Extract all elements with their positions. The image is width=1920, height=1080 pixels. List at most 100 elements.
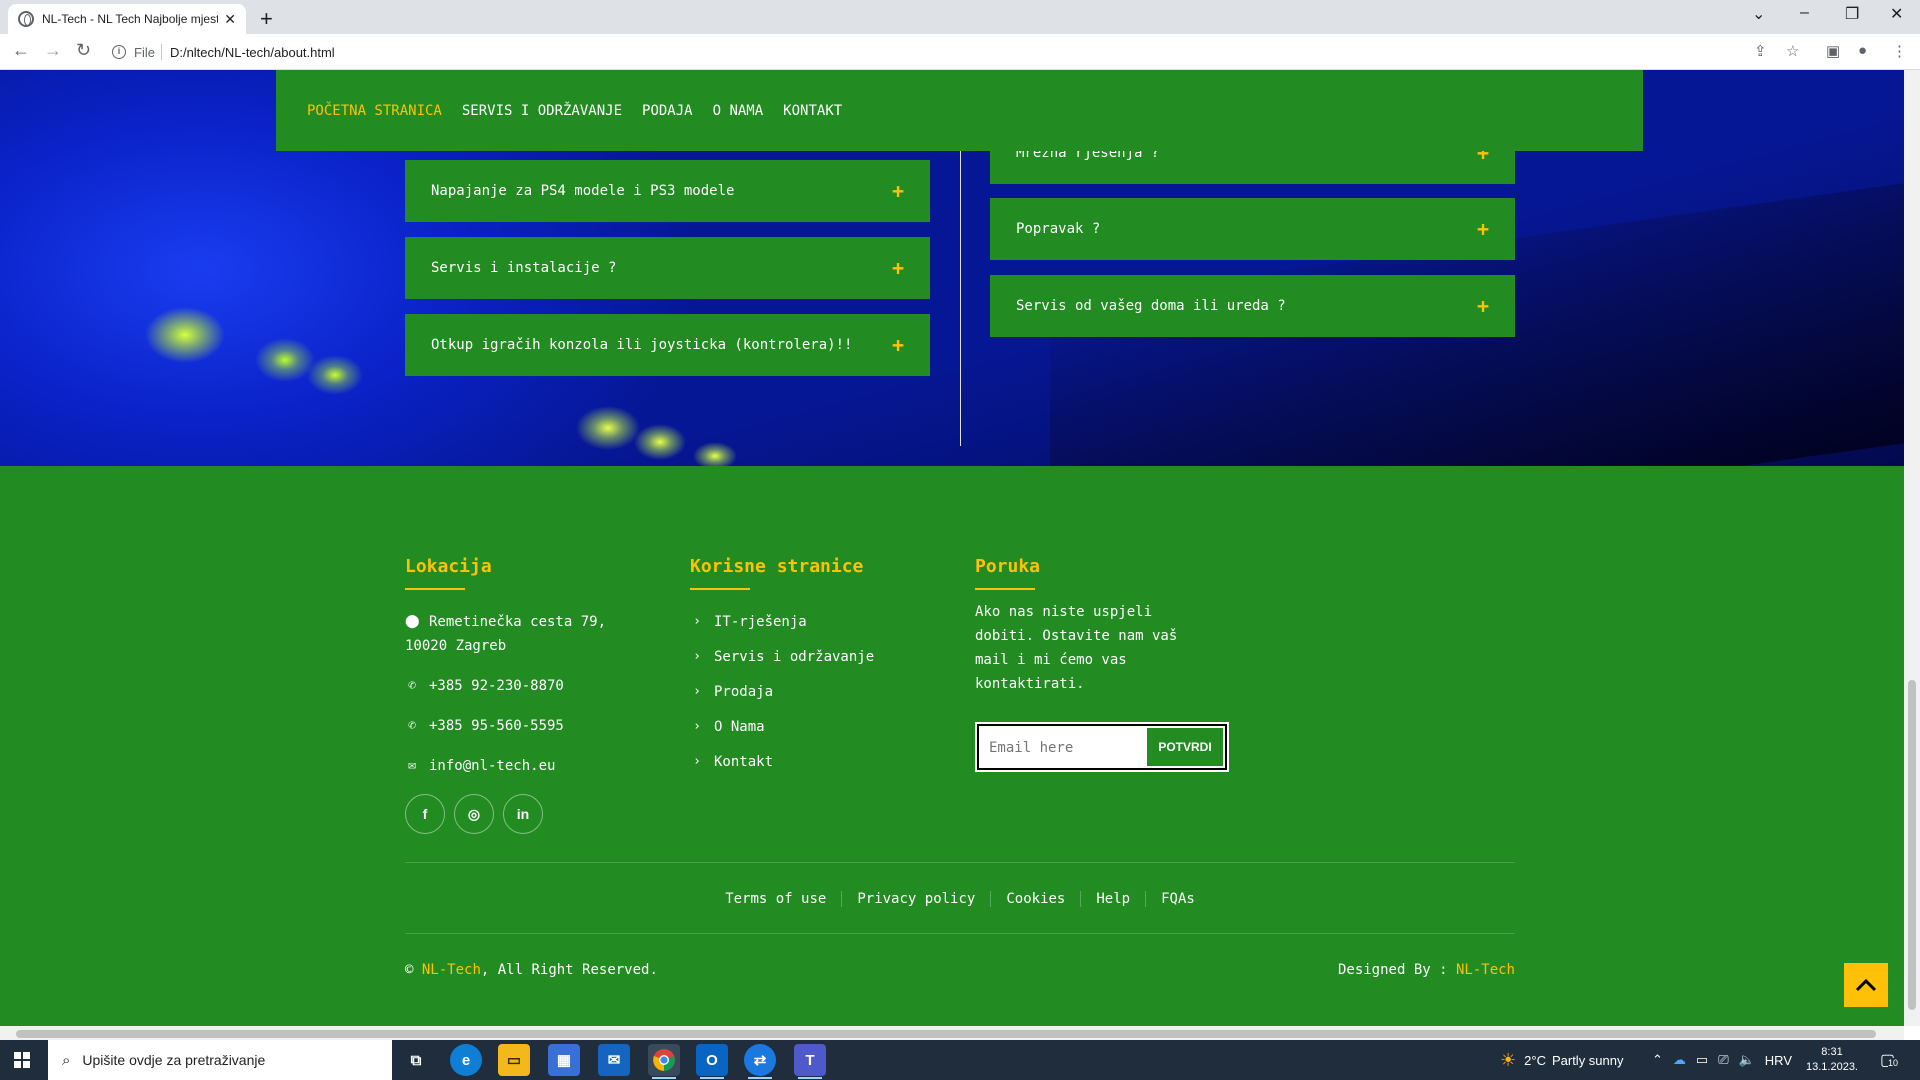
reload-icon[interactable]: ↻ (76, 40, 91, 61)
file-explorer-icon[interactable]: ▭ (498, 1044, 530, 1076)
menu-icon[interactable]: ⋮ (1892, 42, 1907, 60)
terms-link[interactable]: Terms of use (710, 891, 843, 907)
bookmark-star-icon[interactable]: ☆ (1786, 42, 1799, 60)
info-icon[interactable]: i (112, 45, 126, 59)
nav-home[interactable]: POČETNA STRANICA (307, 103, 442, 119)
accordion-label: Servis od vašeg doma ili ureda ? (1016, 298, 1286, 314)
footer-link-sales[interactable]: › Prodaja (690, 680, 773, 704)
store-icon[interactable]: ▦ (548, 1044, 580, 1076)
outlook-icon[interactable]: O (696, 1044, 728, 1079)
footer-link-about[interactable]: › O Nama (690, 715, 765, 739)
footer-bottom-links: Terms of use Privacy policy Cookies Help… (405, 891, 1515, 907)
chevron-up-icon[interactable]: ⌃ (1652, 1052, 1663, 1068)
accordion-item-2[interactable]: Servis i instalacije ? + (405, 237, 930, 299)
chevron-up-icon (1855, 978, 1877, 992)
message-heading: Poruka (975, 556, 1041, 590)
browser-tab-bar: NL-Tech - NL Tech Najbolje mjest ✕ + ⌄ –… (0, 0, 1920, 34)
chevron-right-icon: › (693, 754, 701, 769)
brand-link[interactable]: NL-Tech (422, 962, 481, 978)
taskbar-search[interactable]: ⌕ Upišite ovdje za pretraživanje (48, 1040, 392, 1080)
system-tray: ⌃ ☁ ▭ ⎚ 🔈 HRV (1652, 1040, 1792, 1080)
accordion-item-5[interactable]: Popravak ? + (990, 198, 1515, 260)
footer-link-service[interactable]: › Servis i održavanje (690, 645, 874, 669)
site-footer: Lokacija ⬤ Remetinečka cesta 79, 10020 Z… (0, 466, 1904, 1026)
nav-about[interactable]: O NAMA (713, 103, 764, 119)
close-tab-icon[interactable]: ✕ (224, 11, 236, 28)
footer-divider-2 (405, 933, 1515, 934)
faqs-link[interactable]: FQAs (1146, 891, 1210, 907)
footer-link-it[interactable]: › IT-rješenja (690, 610, 807, 634)
accordion-item-6[interactable]: Servis od vašeg doma ili ureda ? + (990, 275, 1515, 337)
weather-text: Partly sunny (1551, 1052, 1624, 1068)
main-navigation: POČETNA STRANICA SERVIS I ODRŽAVANJE POD… (276, 70, 1643, 151)
nav-service[interactable]: SERVIS I ODRŽAVANJE (462, 103, 622, 119)
location-heading: Lokacija (405, 556, 492, 590)
clock-date: 13.1.2023. (1806, 1061, 1858, 1073)
close-window-button[interactable]: ✕ (1890, 4, 1903, 24)
weather-temp: 2°C (1524, 1052, 1546, 1068)
mail-icon[interactable]: ✉ (598, 1044, 630, 1076)
phone-icon: ✆ (408, 718, 416, 733)
copyright: © NL-Tech, All Right Reserved. (405, 962, 658, 978)
windows-taskbar: ⌕ Upišite ovdje za pretraživanje ⧉ e ▭ ▦… (0, 1040, 1920, 1080)
designer-link[interactable]: NL-Tech (1456, 962, 1515, 978)
plus-icon[interactable]: + (1477, 294, 1489, 318)
address: ⬤ Remetinečka cesta 79, (405, 610, 645, 634)
address-bar[interactable]: i File D:/nltech/NL-tech/about.html (112, 38, 1752, 66)
address-line-1: Remetinečka cesta 79, (429, 614, 607, 630)
nav-contact[interactable]: KONTAKT (783, 103, 842, 119)
email-input[interactable] (989, 736, 1149, 760)
teamviewer-icon[interactable]: ⇄ (744, 1044, 776, 1079)
vertical-scrollbar[interactable] (1904, 70, 1920, 1026)
email-link[interactable]: ✉ info@nl-tech.eu (405, 754, 555, 778)
plus-icon[interactable]: + (892, 179, 904, 203)
chevron-right-icon: › (693, 684, 701, 699)
phone-1[interactable]: ✆ +385 92-230-8870 (405, 674, 564, 698)
volume-icon[interactable]: 🔈 (1739, 1052, 1755, 1068)
privacy-link[interactable]: Privacy policy (842, 891, 992, 907)
restore-button[interactable]: ❐ (1845, 4, 1859, 24)
minimize-button[interactable]: – (1800, 4, 1809, 22)
windows-start-icon[interactable] (14, 1052, 30, 1068)
side-panel-icon[interactable]: ▣ (1826, 42, 1840, 60)
linkedin-icon[interactable]: in (503, 794, 543, 834)
profile-icon[interactable]: ● (1858, 42, 1867, 59)
edge-icon[interactable]: e (450, 1044, 482, 1076)
accordion-label: Servis i instalacije ? (431, 260, 617, 276)
back-to-top-button[interactable] (1844, 963, 1888, 1007)
back-icon[interactable]: ← (12, 40, 30, 61)
share-icon[interactable]: ⇪ (1754, 42, 1767, 60)
nav-sales[interactable]: PODAJA (642, 103, 693, 119)
search-placeholder: Upišite ovdje za pretraživanje (82, 1052, 266, 1068)
language-indicator[interactable]: HRV (1765, 1053, 1792, 1068)
forward-icon[interactable]: → (44, 40, 62, 61)
accordion-item-3[interactable]: Otkup igračih konzola ili joysticka (kon… (405, 314, 930, 376)
weather-widget[interactable]: ☀ 2°C Partly sunny (1500, 1040, 1624, 1080)
task-view-icon[interactable]: ⧉ (400, 1044, 432, 1076)
onedrive-icon[interactable]: ☁ (1673, 1052, 1686, 1068)
phone-2-text: +385 95-560-5595 (429, 718, 564, 734)
accordion-item-1[interactable]: Napajanje za PS4 modele i PS3 modele + (405, 160, 930, 222)
browser-tab[interactable]: NL-Tech - NL Tech Najbolje mjest ✕ (8, 4, 246, 34)
clock[interactable]: 8:31 13.1.2023. (1806, 1040, 1858, 1080)
chrome-icon[interactable] (648, 1044, 680, 1079)
new-tab-button[interactable]: + (260, 6, 273, 32)
footer-link-contact[interactable]: › Kontakt (690, 750, 773, 774)
submit-button[interactable]: POTVRDI (1147, 728, 1223, 766)
url-scheme: File (134, 44, 155, 60)
battery-icon[interactable]: ▭ (1696, 1052, 1708, 1068)
tab-search-icon[interactable]: ⌄ (1752, 4, 1765, 24)
network-icon[interactable]: ⎚ (1718, 1052, 1728, 1068)
instagram-icon[interactable]: ◎ (454, 794, 494, 834)
accordion-label: Popravak ? (1016, 221, 1101, 237)
chevron-right-icon: › (693, 719, 701, 734)
facebook-icon[interactable]: f (405, 794, 445, 834)
cookies-link[interactable]: Cookies (991, 891, 1082, 907)
phone-2[interactable]: ✆ +385 95-560-5595 (405, 714, 564, 738)
help-link[interactable]: Help (1081, 891, 1147, 907)
plus-icon[interactable]: + (1477, 217, 1489, 241)
teams-icon[interactable]: T (794, 1044, 826, 1079)
plus-icon[interactable]: + (892, 256, 904, 280)
plus-icon[interactable]: + (892, 333, 904, 357)
notifications-button[interactable]: ▢ 10 (1880, 1040, 1899, 1080)
